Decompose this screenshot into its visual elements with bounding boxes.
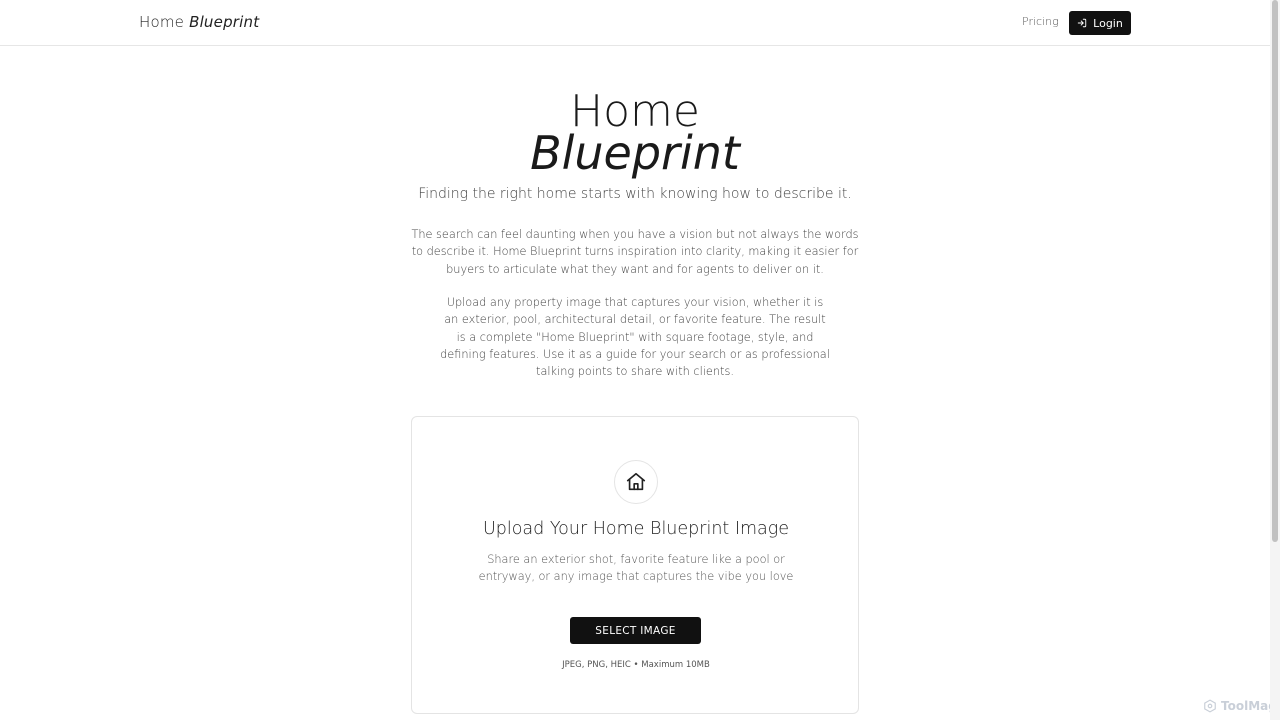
intro-paragraph: The search can feel daunting when you ha… [411, 228, 859, 276]
nav-pricing-link[interactable]: Pricing [1022, 15, 1059, 28]
home-icon [626, 472, 646, 491]
login-label: Login [1093, 16, 1123, 30]
watermark: ToolMage [1203, 699, 1280, 713]
login-button[interactable]: Login [1069, 11, 1131, 35]
toolmage-logo-icon [1204, 699, 1216, 713]
hero-tagline: Finding the right home starts with knowi… [418, 186, 852, 202]
upload-title: Upload Your Home Blueprint Image [482, 519, 790, 539]
page: Home Blueprint Pricing Login Home Bluepr… [0, 0, 1280, 720]
upload-card[interactable]: Upload Your Home Blueprint Image Share a… [411, 416, 859, 714]
login-icon [1077, 18, 1087, 28]
brand-italic: Blueprint [189, 13, 260, 31]
upload-explainer-paragraph: Upload any property image that captures … [440, 296, 830, 379]
top-nav: Home Blueprint Pricing Login [0, 0, 1270, 46]
page-scrollbar[interactable] [1270, 0, 1280, 720]
brand-plain: Home [139, 13, 185, 31]
select-image-button[interactable]: SELECT IMAGE [570, 617, 701, 644]
hero-title-line2: Blueprint [530, 126, 740, 180]
scrollbar-thumb[interactable] [1272, 0, 1278, 542]
upload-formats-note: JPEG, PNG, HEIC • Maximum 10MB [562, 660, 710, 670]
upload-description: Share an exterior shot, favorite feature… [478, 553, 794, 584]
upload-icon-badge [614, 460, 658, 504]
brand-logo[interactable]: Home Blueprint [139, 13, 259, 31]
